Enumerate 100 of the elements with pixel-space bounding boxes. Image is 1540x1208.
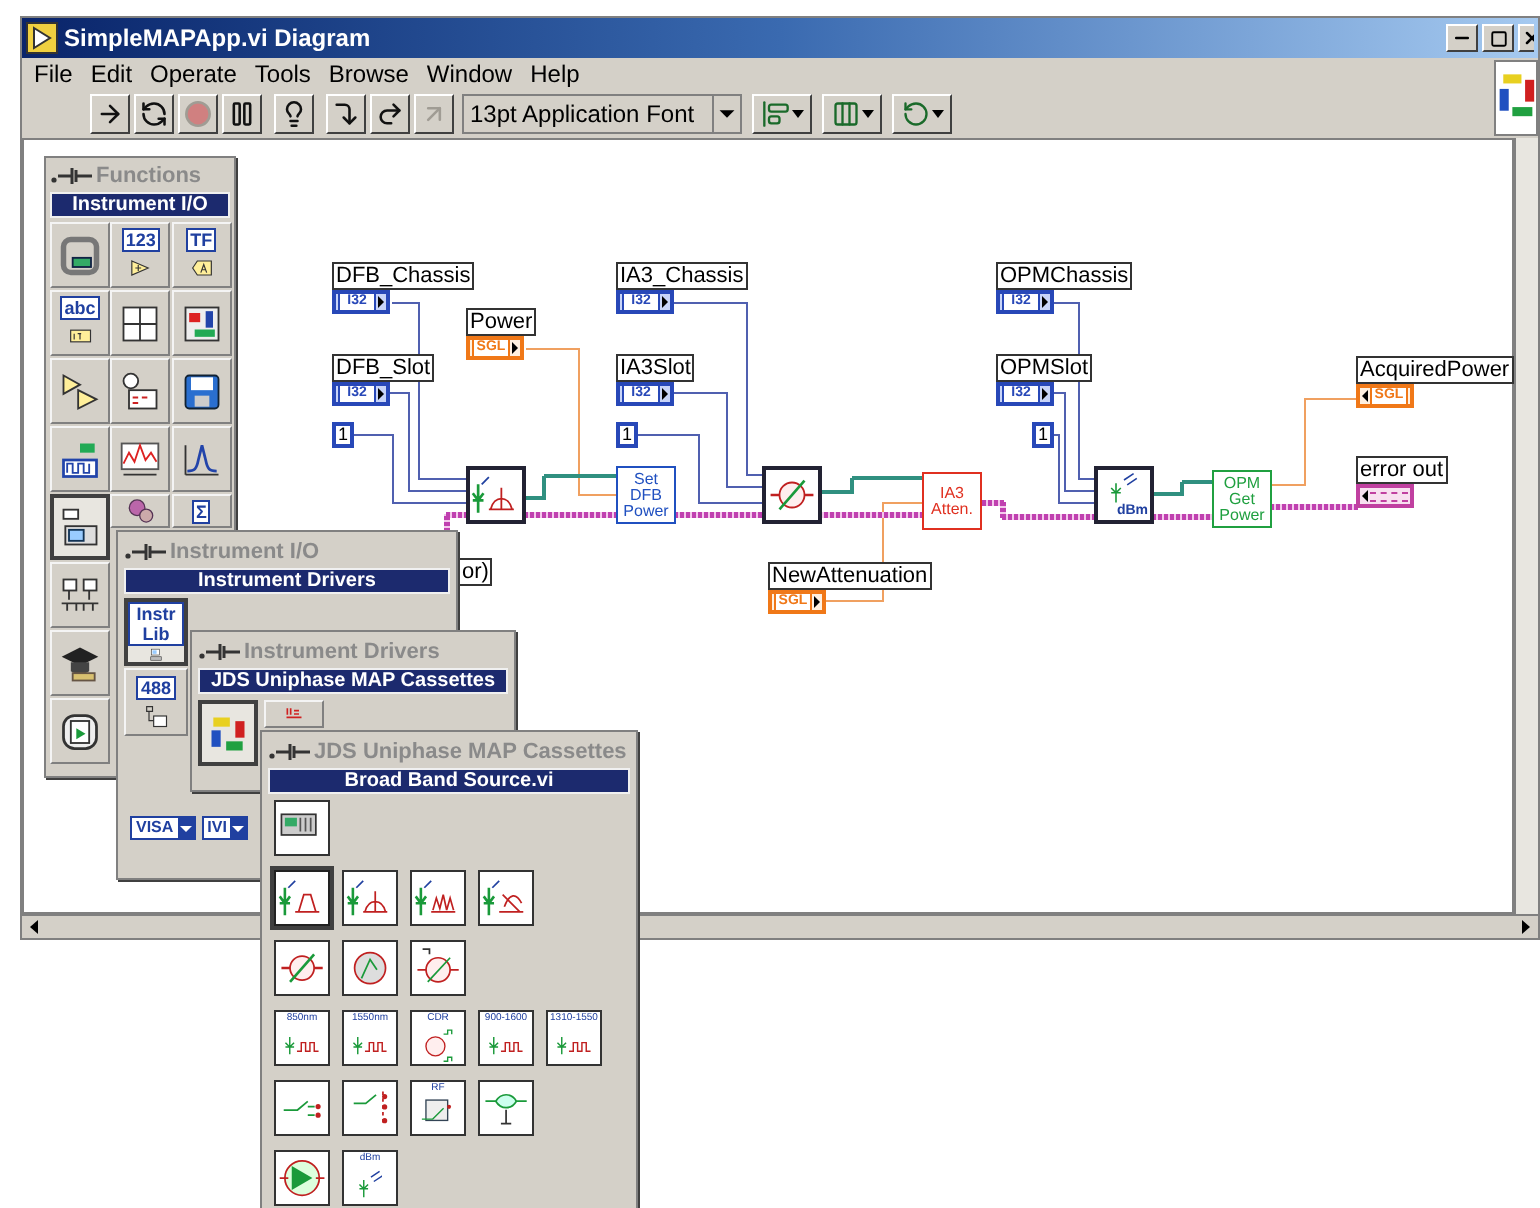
distribute-icon xyxy=(831,100,859,128)
vi-icon-button[interactable] xyxy=(342,870,398,926)
palette-header: Instrument I/O xyxy=(50,192,230,218)
numeric-constant: 1 xyxy=(1032,422,1054,448)
font-dropdown[interactable]: 13pt Application Font xyxy=(462,94,742,134)
maximize-icon xyxy=(1489,29,1507,47)
step-into-icon xyxy=(332,100,360,128)
terminal-label: Power xyxy=(466,308,537,336)
vi-icon-button[interactable] xyxy=(478,870,534,926)
terminal-label: OPMChassis xyxy=(996,262,1133,290)
subvi-node: OPM Get Power xyxy=(1212,470,1272,528)
toolbar-button[interactable] xyxy=(326,94,366,134)
vi-drawing-icon xyxy=(487,1034,525,1056)
palette-title: Functions xyxy=(96,163,202,187)
toolbar-dropdown[interactable] xyxy=(892,94,952,134)
vi-drawing-icon xyxy=(282,1097,322,1119)
diode-arrows-icon xyxy=(1108,472,1140,504)
menu-item[interactable]: Operate xyxy=(150,60,237,88)
vi-icon-button[interactable] xyxy=(274,800,330,856)
palette-item[interactable]: abc xyxy=(50,290,110,356)
terminal-label: OPMSlot xyxy=(996,354,1093,382)
pushpin-icon[interactable] xyxy=(50,165,94,185)
palette-header: Instrument Drivers xyxy=(124,568,450,594)
palette-item[interactable]: 488 xyxy=(124,668,188,736)
vi-drawing-icon xyxy=(283,1034,321,1056)
wire xyxy=(1270,504,1358,510)
toolbar-button[interactable] xyxy=(134,94,174,134)
palette-item[interactable]: 123 xyxy=(110,222,171,288)
vi-drawing-icon xyxy=(351,1088,389,1128)
loop-arrows-icon xyxy=(140,100,168,128)
minimize-button[interactable] xyxy=(1446,24,1478,52)
palette-item[interactable]: Σ xyxy=(171,494,232,528)
caret-icon xyxy=(230,818,247,838)
library-dropdown[interactable]: IVI xyxy=(201,816,249,840)
array-icon xyxy=(118,301,163,345)
terminal-label: or) xyxy=(460,558,493,586)
attenuator-vi-icon xyxy=(762,466,822,524)
menu-item[interactable]: Window xyxy=(426,60,513,88)
toolbar-button[interactable] xyxy=(222,94,262,134)
toolbar-dropdown[interactable] xyxy=(822,94,882,134)
menu-item[interactable]: Tools xyxy=(254,60,311,88)
numeric-constant: 1 xyxy=(332,422,354,448)
palette-item[interactable]: Instr Lib xyxy=(124,598,188,666)
caret-icon xyxy=(861,110,873,118)
step-over-icon xyxy=(376,100,404,128)
subvi-node: Set DFB Power xyxy=(616,466,676,524)
menu-item[interactable]: File xyxy=(34,60,73,88)
waveform-icon xyxy=(118,437,163,481)
terminal-label: IA3_Chassis xyxy=(616,262,748,290)
vi-icon-button[interactable] xyxy=(274,1080,330,1136)
menu-item[interactable]: Edit xyxy=(90,60,133,88)
pushpin-icon[interactable] xyxy=(198,641,242,661)
library-dropdown[interactable]: VISA xyxy=(130,816,196,840)
vi-icon-button[interactable] xyxy=(410,940,466,996)
cable-icon xyxy=(140,701,172,729)
caret-icon xyxy=(931,110,943,118)
palette-item[interactable]: TF xyxy=(171,222,232,288)
palette-title: Instrument Drivers xyxy=(244,639,440,663)
toolbar-dropdown[interactable] xyxy=(752,94,812,134)
run-arrow-icon xyxy=(96,100,124,128)
pushpin-icon[interactable] xyxy=(268,741,312,761)
front-panel-icon xyxy=(58,233,102,277)
pushpin-icon[interactable] xyxy=(124,541,168,561)
vi-drawing-icon xyxy=(351,1034,389,1056)
vi-icon-button[interactable] xyxy=(342,940,398,996)
menu-item[interactable]: Help xyxy=(530,60,580,88)
terminal-label: IA3Slot xyxy=(616,354,695,382)
lightbulb-icon xyxy=(280,100,308,128)
toolbar-button[interactable] xyxy=(274,94,314,134)
caret-icon xyxy=(712,96,740,132)
express-vi-icon xyxy=(58,709,102,753)
menu-item[interactable]: Browse xyxy=(328,60,409,88)
vi-drawing-icon xyxy=(357,1170,383,1200)
close-button[interactable] xyxy=(1518,24,1534,52)
palette-item[interactable] xyxy=(50,494,110,560)
numeric-constant: 1 xyxy=(616,422,638,448)
vi-icon-button[interactable] xyxy=(410,870,466,926)
vi-drawing-icon xyxy=(555,1034,593,1056)
comparison-icon xyxy=(58,369,102,413)
vi-icon-button[interactable] xyxy=(342,1080,398,1136)
app-icon xyxy=(26,22,58,54)
vi-icon-button[interactable] xyxy=(274,940,330,996)
source-vi-icon xyxy=(466,466,526,524)
window-title: SimpleMAPApp.vi Diagram xyxy=(64,22,371,56)
clock-icon xyxy=(118,369,163,413)
toolbar-button[interactable] xyxy=(90,94,130,134)
maximize-button[interactable] xyxy=(1482,24,1514,52)
reorder-icon xyxy=(901,100,929,128)
caret-icon xyxy=(177,818,194,838)
align-icon xyxy=(761,100,789,128)
toolbar-button[interactable] xyxy=(370,94,410,134)
vi-icon-button[interactable] xyxy=(274,870,330,926)
vi-icon-button[interactable] xyxy=(274,1150,330,1206)
vi-icon-button[interactable] xyxy=(478,1080,534,1136)
caret-icon xyxy=(791,110,803,118)
palette-item[interactable] xyxy=(198,700,258,766)
wire xyxy=(674,512,764,518)
instrument-icon xyxy=(58,505,102,549)
terminal-label: NewAttenuation xyxy=(768,562,932,590)
terminal-label: DFB_Slot xyxy=(332,354,435,382)
